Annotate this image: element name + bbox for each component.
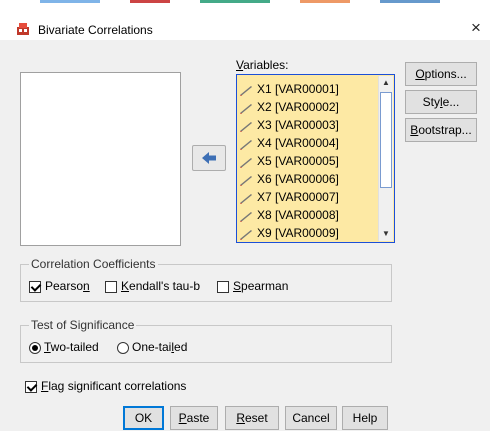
source-variable-list[interactable] bbox=[20, 72, 181, 246]
ruler-icon bbox=[240, 139, 252, 150]
options-button[interactable]: Options... bbox=[405, 62, 477, 86]
variable-item[interactable]: X4 [VAR00004] bbox=[239, 134, 339, 152]
help-button[interactable]: Help bbox=[342, 406, 388, 430]
variable-item[interactable]: X3 [VAR00003] bbox=[239, 116, 339, 134]
ruler-icon bbox=[240, 103, 252, 114]
cancel-button[interactable]: Cancel bbox=[285, 406, 337, 430]
scroll-down-icon[interactable]: ▼ bbox=[379, 227, 393, 241]
window-title: Bivariate Correlations bbox=[38, 23, 153, 37]
checkbox-unchecked-icon[interactable] bbox=[217, 280, 229, 293]
style-button[interactable]: Style... bbox=[405, 90, 477, 114]
kendall-checkbox[interactable]: Kendall's tau-b bbox=[105, 279, 200, 293]
paste-button[interactable]: Paste bbox=[170, 406, 218, 430]
ruler-icon bbox=[240, 229, 252, 240]
checkbox-checked-icon[interactable] bbox=[25, 380, 37, 393]
background-window-strip bbox=[0, 0, 490, 8]
variable-item[interactable]: X1 [VAR00001] bbox=[239, 80, 339, 98]
variables-scrollbar[interactable]: ▲ ▼ bbox=[378, 76, 393, 241]
arrow-left-icon bbox=[202, 152, 216, 164]
one-tailed-radio[interactable]: One-tailed bbox=[117, 340, 187, 354]
title-bar: Bivariate Correlations × bbox=[0, 8, 490, 40]
ok-button[interactable]: OK bbox=[123, 406, 164, 430]
spss-app-icon bbox=[17, 23, 29, 35]
close-icon[interactable]: × bbox=[466, 18, 486, 38]
scroll-thumb[interactable] bbox=[380, 92, 392, 188]
variable-item[interactable]: X2 [VAR00002] bbox=[239, 98, 339, 116]
flag-significant-checkbox[interactable]: Flag significant correlations bbox=[25, 379, 186, 393]
variables-label: Variables: bbox=[236, 58, 289, 72]
move-variable-button[interactable] bbox=[192, 145, 226, 171]
ruler-icon bbox=[240, 211, 252, 222]
variable-item[interactable]: X8 [VAR00008] bbox=[239, 206, 339, 224]
bootstrap-button[interactable]: Bootstrap... bbox=[405, 118, 477, 142]
two-tailed-radio[interactable]: Two-tailed bbox=[29, 340, 99, 354]
correlation-coefficients-group: Correlation Coefficients Pearson Kendall… bbox=[20, 257, 392, 302]
test-of-significance-legend: Test of Significance bbox=[29, 318, 137, 332]
variable-item[interactable]: X6 [VAR00006] bbox=[239, 170, 339, 188]
scroll-up-icon[interactable]: ▲ bbox=[379, 76, 393, 90]
variable-item[interactable]: X9 [VAR00009] bbox=[239, 224, 339, 242]
radio-checked-icon[interactable] bbox=[29, 341, 41, 354]
reset-button[interactable]: Reset bbox=[225, 406, 279, 430]
ruler-icon bbox=[240, 121, 252, 132]
test-of-significance-group: Test of Significance Two-tailed One-tail… bbox=[20, 318, 392, 363]
ruler-icon bbox=[240, 85, 252, 96]
spearman-checkbox[interactable]: Spearman bbox=[217, 279, 288, 293]
checkbox-unchecked-icon[interactable] bbox=[105, 280, 117, 293]
ruler-icon bbox=[240, 175, 252, 186]
variable-item[interactable]: X5 [VAR00005] bbox=[239, 152, 339, 170]
pearson-checkbox[interactable]: Pearson bbox=[29, 279, 90, 293]
radio-unchecked-icon[interactable] bbox=[117, 341, 129, 354]
ruler-icon bbox=[240, 157, 252, 168]
ruler-icon bbox=[240, 193, 252, 204]
checkbox-checked-icon[interactable] bbox=[29, 280, 41, 293]
variables-list[interactable]: X1 [VAR00001] X2 [VAR00002] X3 [VAR00003… bbox=[236, 74, 395, 243]
variable-item[interactable]: X7 [VAR00007] bbox=[239, 188, 339, 206]
dialog-body: Variables: X1 [VAR00001] X2 [VAR00002] X… bbox=[0, 40, 490, 431]
correlation-coefficients-legend: Correlation Coefficients bbox=[29, 257, 158, 271]
